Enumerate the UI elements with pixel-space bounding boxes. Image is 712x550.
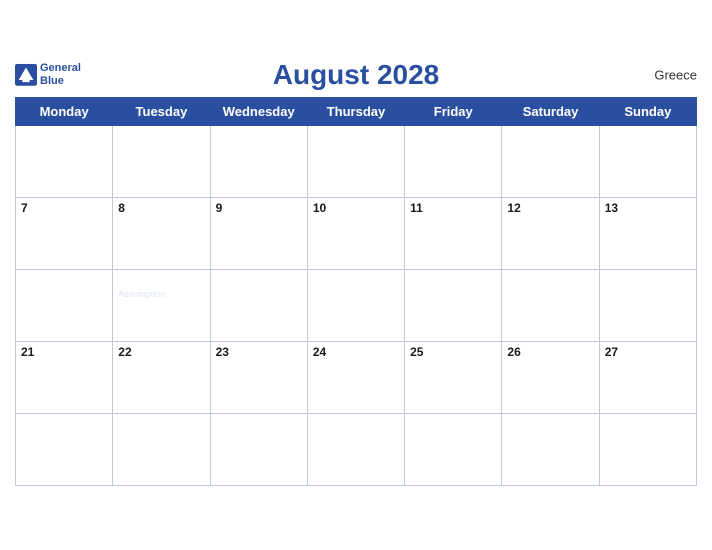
calendar-cell: 21: [16, 342, 113, 414]
calendar-cell: 7: [16, 198, 113, 270]
day-number: 25: [410, 345, 496, 359]
calendar-cell: 5: [502, 126, 599, 198]
holiday-name: Assumption: [118, 289, 204, 300]
calendar-cell: 22: [113, 342, 210, 414]
calendar-cell: 31: [307, 414, 404, 486]
day-number: 27: [605, 345, 691, 359]
weekday-thursday: Thursday: [307, 98, 404, 126]
calendar-cell: 16: [210, 270, 307, 342]
calendar-cell: 17: [307, 270, 404, 342]
calendar-cell: 3: [307, 126, 404, 198]
day-number: 6: [605, 129, 691, 143]
week-row-1: 123456: [16, 126, 697, 198]
calendar-cell: [502, 414, 599, 486]
weekday-wednesday: Wednesday: [210, 98, 307, 126]
calendar-cell: 24: [307, 342, 404, 414]
calendar-cell: 11: [405, 198, 502, 270]
calendar-cell: 27: [599, 342, 696, 414]
calendar-cell: 14: [16, 270, 113, 342]
calendar-cell: 12: [502, 198, 599, 270]
day-number: 7: [21, 201, 107, 215]
day-number: 11: [410, 201, 496, 215]
logo-text: General Blue: [40, 62, 81, 88]
calendar-cell: 15 Assumption: [113, 270, 210, 342]
week-row-5: 28 29 30 31: [16, 414, 697, 486]
calendar-cell: 19: [502, 270, 599, 342]
day-number: 24: [313, 345, 399, 359]
weekday-saturday: Saturday: [502, 98, 599, 126]
day-number: 5: [507, 129, 593, 143]
calendar-cell: 8: [113, 198, 210, 270]
calendar-cell: 25: [405, 342, 502, 414]
calendar-country: Greece: [654, 68, 697, 83]
calendar-cell: [599, 414, 696, 486]
calendar-cell: 4: [405, 126, 502, 198]
day-number: 28: [21, 417, 107, 431]
day-number: 14: [21, 273, 107, 287]
day-number: 12: [507, 201, 593, 215]
calendar-header: General Blue August 2028 Greece: [15, 59, 697, 91]
weekday-tuesday: Tuesday: [113, 98, 210, 126]
week-row-2: 789 10 11 12 13: [16, 198, 697, 270]
day-number: 21: [21, 345, 107, 359]
week-row-4: 21 22 23 24 25 26 27: [16, 342, 697, 414]
day-number: 13: [605, 201, 691, 215]
weekday-friday: Friday: [405, 98, 502, 126]
calendar-title: August 2028: [273, 59, 440, 91]
day-number: 20: [605, 273, 691, 287]
day-number: 10: [313, 201, 399, 215]
calendar-cell: 9: [210, 198, 307, 270]
calendar-cell: 26: [502, 342, 599, 414]
day-number: 29: [118, 417, 204, 431]
calendar-wrapper: General Blue August 2028 Greece MondayTu…: [0, 49, 712, 501]
calendar-cell: [16, 126, 113, 198]
calendar-cell: 30: [210, 414, 307, 486]
day-number: 2: [216, 129, 302, 143]
day-number: 22: [118, 345, 204, 359]
day-number: 23: [216, 345, 302, 359]
day-number: 3: [313, 129, 399, 143]
weekday-sunday: Sunday: [599, 98, 696, 126]
day-number: 1: [118, 129, 204, 143]
day-number: 30: [216, 417, 302, 431]
calendar-cell: 28: [16, 414, 113, 486]
day-number: 19: [507, 273, 593, 287]
weekday-monday: Monday: [16, 98, 113, 126]
week-row-3: 14 15 Assumption 16 17 18 19 20: [16, 270, 697, 342]
calendar-cell: 20: [599, 270, 696, 342]
calendar-cell: [405, 414, 502, 486]
weekday-header-row: MondayTuesdayWednesdayThursdayFridaySatu…: [16, 98, 697, 126]
calendar-cell: 2: [210, 126, 307, 198]
day-number: 9: [216, 201, 302, 215]
calendar-table: MondayTuesdayWednesdayThursdayFridaySatu…: [15, 97, 697, 486]
calendar-cell: 1: [113, 126, 210, 198]
day-number: 4: [410, 129, 496, 143]
calendar-cell: 13: [599, 198, 696, 270]
logo-icon: [15, 64, 37, 86]
day-number: 18: [410, 273, 496, 287]
calendar-cell: 6: [599, 126, 696, 198]
calendar-cell: 23: [210, 342, 307, 414]
day-number: 16: [216, 273, 302, 287]
day-number: 8: [118, 201, 204, 215]
day-number: 17: [313, 273, 399, 287]
day-number: 26: [507, 345, 593, 359]
calendar-cell: 10: [307, 198, 404, 270]
calendar-cell: 18: [405, 270, 502, 342]
day-number: 15: [118, 273, 204, 287]
logo-area: General Blue: [15, 62, 81, 88]
day-number: 31: [313, 417, 399, 431]
calendar-cell: 29: [113, 414, 210, 486]
